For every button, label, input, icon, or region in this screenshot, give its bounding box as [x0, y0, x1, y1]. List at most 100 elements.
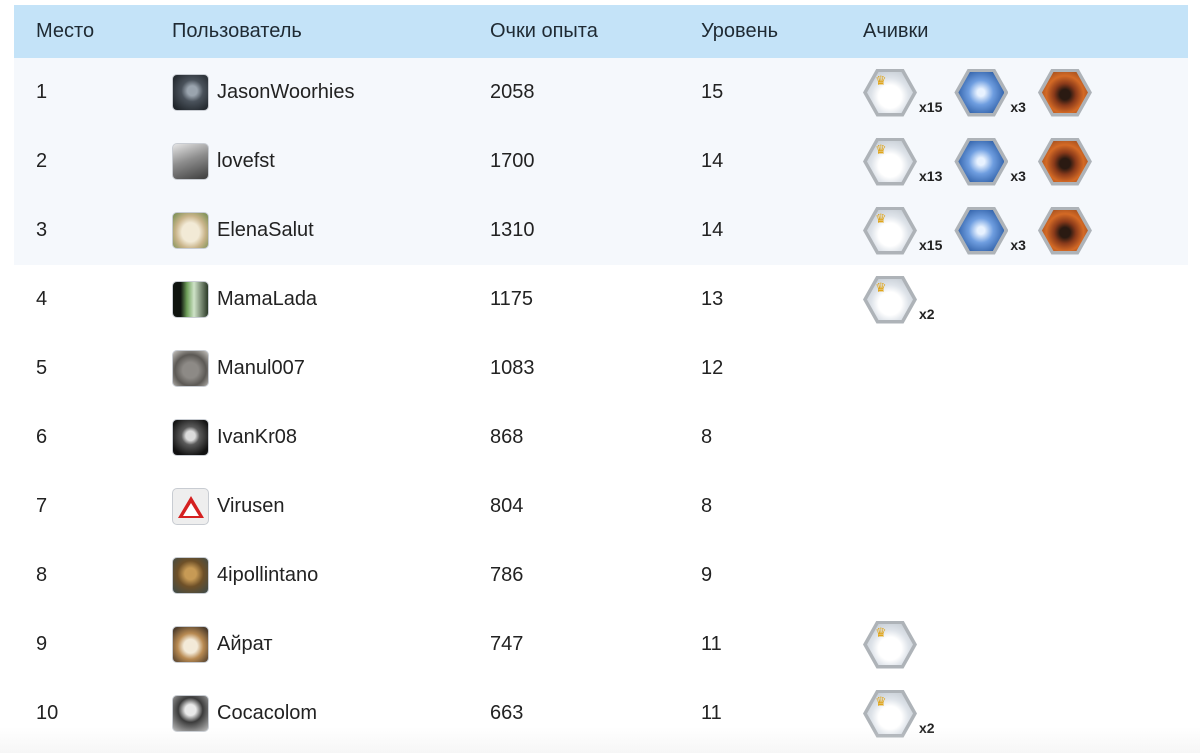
crown-icon: ♛: [875, 279, 887, 295]
header-level[interactable]: Уровень: [701, 20, 863, 43]
header-xp[interactable]: Очки опыта: [490, 20, 701, 43]
user-cell[interactable]: JasonWoorhies: [172, 74, 490, 111]
crown-icon: ♛: [875, 72, 887, 88]
avatar[interactable]: [172, 695, 209, 732]
avatar[interactable]: [172, 488, 209, 525]
place-cell: 2: [36, 150, 48, 172]
table-row: 9 Айрат 747 11 ♛: [14, 610, 1188, 679]
achievement-badge[interactable]: ♛: [863, 620, 917, 669]
username-link[interactable]: lovefst: [217, 150, 275, 173]
achievement-badge[interactable]: x3: [954, 68, 1026, 117]
achievement-badge[interactable]: [1037, 206, 1092, 255]
level-cell: 13: [701, 288, 724, 310]
snowball-badge-icon: [863, 206, 917, 255]
xp-cell: 1175: [490, 288, 534, 310]
username-link[interactable]: Айрат: [217, 633, 272, 656]
achievement-badge[interactable]: x3: [954, 206, 1026, 255]
achievement-badge[interactable]: [1037, 68, 1092, 117]
achievement-badge[interactable]: ♛ x13: [863, 137, 942, 186]
avatar[interactable]: [172, 350, 209, 387]
username-link[interactable]: JasonWoorhies: [217, 81, 354, 104]
user-cell[interactable]: Cocacolom: [172, 695, 490, 732]
crown-icon: ♛: [875, 693, 887, 709]
level-cell: 8: [701, 495, 713, 517]
hex-frame: ♛: [863, 137, 917, 186]
xp-cell: 804: [490, 495, 524, 517]
level-cell: 11: [701, 702, 722, 724]
hex-frame: [1037, 137, 1092, 186]
user-cell[interactable]: MamaLada: [172, 281, 490, 318]
username-link[interactable]: Manul007: [217, 357, 305, 380]
leaderboard-table: Место Пользователь Очки опыта Уровень Ач…: [14, 5, 1188, 748]
badge-art: [958, 72, 1005, 113]
hex-frame: ♛: [863, 275, 917, 324]
badge-art: [1041, 141, 1088, 182]
username-link[interactable]: IvanKr08: [217, 426, 297, 449]
hex-frame: [954, 206, 1009, 255]
achievements-cell: ♛ x2: [863, 275, 1188, 324]
ice-badge-icon: [954, 206, 1009, 255]
achievement-badge[interactable]: ♛ x2: [863, 275, 935, 324]
xp-cell: 663: [490, 702, 524, 724]
xp-cell: 2058: [490, 81, 535, 103]
crown-icon: ♛: [875, 210, 887, 226]
badge-art: [867, 210, 913, 251]
achievement-badge[interactable]: ♛ x2: [863, 689, 935, 738]
avatar[interactable]: [172, 74, 209, 111]
header-user[interactable]: Пользователь: [172, 20, 490, 43]
user-cell[interactable]: Айрат: [172, 626, 490, 663]
bear-badge-icon: [1037, 137, 1092, 186]
achievement-count: x2: [919, 305, 935, 322]
avatar[interactable]: [172, 419, 209, 456]
hex-frame: ♛: [863, 689, 917, 738]
xp-cell: 868: [490, 426, 524, 448]
level-cell: 12: [701, 357, 724, 379]
badge-art: [867, 279, 913, 320]
badge-art: [867, 141, 913, 182]
user-cell[interactable]: 4ipollintano: [172, 557, 490, 594]
place-cell: 5: [36, 357, 48, 379]
snowball-badge-icon: [863, 275, 917, 324]
achievements-cell: ♛ x2: [863, 689, 1188, 738]
warning-triangle-icon: [177, 495, 204, 518]
user-cell[interactable]: Manul007: [172, 350, 490, 387]
achievement-badge[interactable]: ♛ x15: [863, 68, 942, 117]
user-cell[interactable]: lovefst: [172, 143, 490, 180]
username-link[interactable]: 4ipollintano: [217, 564, 318, 587]
table-row: 1 JasonWoorhies 2058 15 ♛ x15 x3: [14, 58, 1188, 127]
achievement-badge[interactable]: x3: [954, 137, 1026, 186]
username-link[interactable]: Cocacolom: [217, 702, 317, 725]
snowball-badge-icon: [863, 68, 917, 117]
snowball-badge-icon: [863, 620, 917, 669]
ice-badge-icon: [954, 137, 1009, 186]
hex-frame: [954, 137, 1009, 186]
avatar[interactable]: [172, 212, 209, 249]
achievement-badge[interactable]: ♛ x15: [863, 206, 942, 255]
xp-cell: 1310: [490, 219, 535, 241]
place-cell: 9: [36, 633, 48, 655]
user-cell[interactable]: Virusen: [172, 488, 490, 525]
username-link[interactable]: MamaLada: [217, 288, 317, 311]
avatar[interactable]: [172, 626, 209, 663]
header-place[interactable]: Место: [14, 20, 172, 43]
table-row: 5 Manul007 1083 12: [14, 334, 1188, 403]
table-header: Место Пользователь Очки опыта Уровень Ач…: [14, 5, 1188, 58]
username-link[interactable]: Virusen: [217, 495, 284, 518]
username-link[interactable]: ElenaSalut: [217, 219, 314, 242]
table-row: 3 ElenaSalut 1310 14 ♛ x15 x3: [14, 196, 1188, 265]
avatar[interactable]: [172, 281, 209, 318]
user-cell[interactable]: IvanKr08: [172, 419, 490, 456]
badge-art: [958, 141, 1005, 182]
xp-cell: 1700: [490, 150, 535, 172]
achievement-count: x3: [1010, 236, 1026, 253]
user-cell[interactable]: ElenaSalut: [172, 212, 490, 249]
avatar[interactable]: [172, 557, 209, 594]
crown-icon: ♛: [875, 624, 887, 640]
table-row: 10 Cocacolom 663 11 ♛ x2: [14, 679, 1188, 748]
avatar[interactable]: [172, 143, 209, 180]
badge-art: [1041, 210, 1088, 251]
xp-cell: 1083: [490, 357, 535, 379]
achievements-cell: ♛ x13 x3: [863, 137, 1188, 186]
place-cell: 1: [36, 81, 48, 103]
achievement-badge[interactable]: [1037, 137, 1092, 186]
